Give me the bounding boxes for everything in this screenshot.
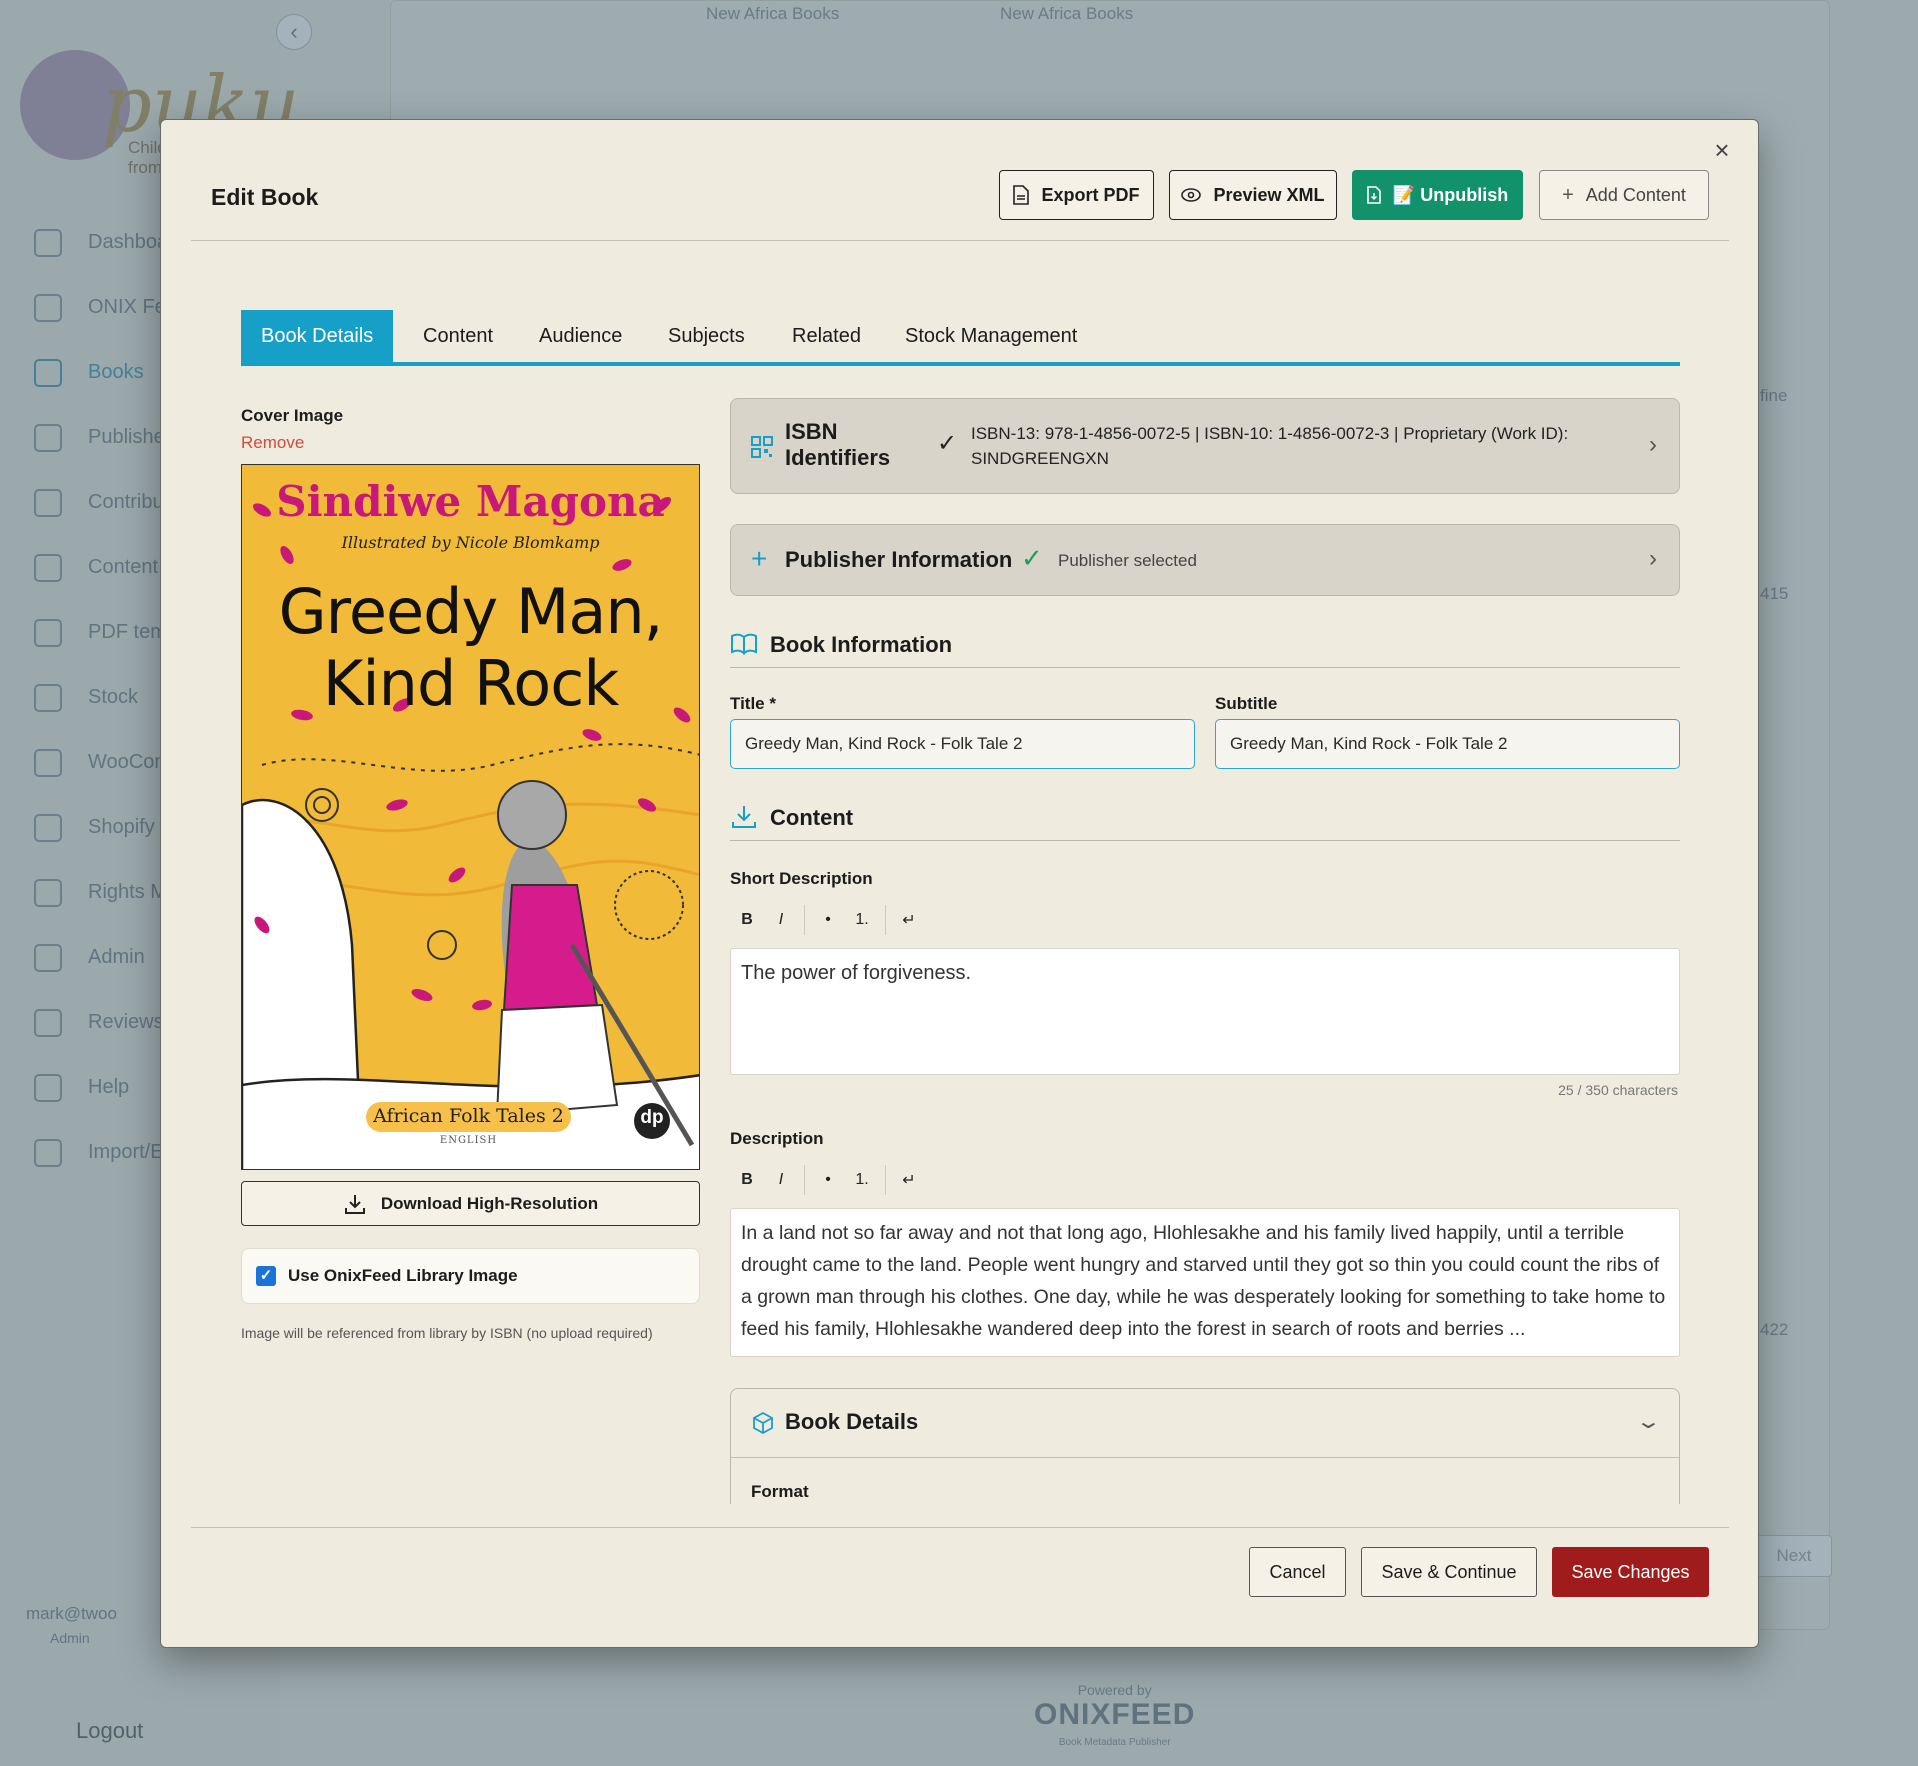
isbn-summary: ISBN-13: 978-1-4856-0072-5 | ISBN-10: 1-… bbox=[971, 421, 1568, 471]
qr-code-icon bbox=[751, 436, 773, 458]
bullet-list-button[interactable]: • bbox=[811, 911, 845, 929]
edit-book-modal: × Edit Book Export PDF Preview XML 📝 Unp… bbox=[160, 119, 1759, 1648]
character-count: 25 / 350 characters bbox=[1558, 1082, 1678, 1098]
cover-artwork bbox=[242, 496, 699, 1169]
remove-cover-link[interactable]: Remove bbox=[241, 433, 304, 453]
toolbar-divider bbox=[804, 905, 805, 935]
download-icon bbox=[732, 806, 756, 828]
tab-stock-management[interactable]: Stock Management bbox=[905, 310, 1077, 362]
export-pdf-label: Export PDF bbox=[1041, 184, 1140, 205]
cover-image-label: Cover Image bbox=[241, 406, 344, 425]
title-label: Title * bbox=[730, 694, 776, 713]
book-information-title: Book Information bbox=[770, 632, 953, 657]
subtitle-label: Subtitle bbox=[1215, 694, 1278, 713]
isbn-title-line2: Identifiers bbox=[785, 445, 891, 470]
use-library-image-option: ✓ Use OnixFeed Library Image bbox=[241, 1248, 700, 1304]
cover-language: ENGLISH bbox=[439, 1135, 498, 1146]
library-note: Image will be referenced from library by… bbox=[241, 1325, 653, 1341]
chevron-right-icon: › bbox=[1649, 545, 1657, 572]
isbn-title-line1: ISBN bbox=[785, 419, 838, 444]
title-input[interactable]: Greedy Man, Kind Rock - Folk Tale 2 bbox=[730, 719, 1195, 769]
isbn-summary-line1: ISBN-13: 978-1-4856-0072-5 | ISBN-10: 1-… bbox=[971, 424, 1569, 443]
plus-icon: + bbox=[1562, 183, 1574, 206]
download-label: Download High-Resolution bbox=[380, 1193, 599, 1213]
bullet-list-button[interactable]: • bbox=[811, 1171, 845, 1189]
line-break-button[interactable]: ↵ bbox=[892, 1170, 926, 1190]
cancel-button[interactable]: Cancel bbox=[1249, 1547, 1346, 1597]
isbn-identifiers-section[interactable]: ISBN Identifiers ✓ ISBN-13: 978-1-4856-0… bbox=[730, 398, 1680, 494]
modal-title: Edit Book bbox=[211, 184, 319, 210]
export-pdf-button[interactable]: Export PDF bbox=[999, 170, 1154, 220]
cover-title-line1: Greedy Man, bbox=[278, 575, 664, 648]
tab-audience[interactable]: Audience bbox=[539, 310, 622, 362]
content-title: Content bbox=[770, 805, 854, 830]
description-label: Description bbox=[730, 1129, 824, 1148]
unpublish-button[interactable]: 📝 Unpublish bbox=[1352, 170, 1523, 220]
cover-publisher-mark: dp bbox=[640, 1107, 664, 1128]
tab-content[interactable]: Content bbox=[423, 310, 493, 362]
chevron-down-icon: ⌄ bbox=[1635, 1411, 1663, 1433]
book-details-section: Book Details ⌄ Format bbox=[730, 1388, 1680, 1504]
short-description-toolbar: B I • 1. ↵ bbox=[730, 900, 926, 940]
plus-icon: + bbox=[751, 543, 768, 574]
use-library-label: Use OnixFeed Library Image bbox=[288, 1266, 518, 1285]
format-label: Format bbox=[751, 1482, 809, 1501]
cover-author: Sindiwe Magona bbox=[276, 477, 665, 526]
publisher-status: Publisher selected bbox=[1058, 551, 1197, 570]
short-description-editor[interactable]: The power of forgiveness. bbox=[730, 948, 1680, 1075]
file-icon bbox=[1013, 185, 1030, 205]
file-download-icon bbox=[1366, 186, 1381, 204]
close-icon[interactable]: × bbox=[1708, 136, 1736, 164]
open-book-icon bbox=[731, 633, 757, 655]
use-library-checkbox[interactable]: ✓ bbox=[256, 1266, 276, 1286]
footer-divider bbox=[191, 1527, 1729, 1528]
cover-series: African Folk Tales 2 bbox=[373, 1105, 564, 1127]
chevron-right-icon: › bbox=[1649, 431, 1657, 458]
preview-xml-button[interactable]: Preview XML bbox=[1169, 170, 1337, 220]
book-information-heading: Book Information bbox=[730, 626, 1680, 668]
eye-icon bbox=[1181, 188, 1202, 202]
check-icon: ✓ bbox=[1021, 543, 1043, 573]
download-high-res-button[interactable]: Download High-Resolution bbox=[241, 1181, 700, 1226]
unpublish-label: 📝 Unpublish bbox=[1392, 184, 1509, 205]
toolbar-divider bbox=[885, 1165, 886, 1195]
isbn-summary-line2: SINDGREENGXN bbox=[971, 449, 1109, 468]
cover-illustrator: Illustrated by Nicole Blomkamp bbox=[341, 533, 600, 552]
tab-bar: Book Details Content Audience Subjects R… bbox=[241, 310, 1680, 366]
download-icon bbox=[344, 1194, 365, 1214]
check-icon: ✓ bbox=[937, 430, 958, 457]
numbered-list-button[interactable]: 1. bbox=[845, 911, 879, 929]
italic-button[interactable]: I bbox=[764, 1171, 798, 1189]
bold-button[interactable]: B bbox=[730, 911, 764, 929]
save-changes-button[interactable]: Save Changes bbox=[1552, 1547, 1709, 1597]
book-cover-image: Sindiwe Magona Illustrated by Nicole Blo… bbox=[241, 464, 700, 1170]
line-break-button[interactable]: ↵ bbox=[892, 910, 926, 930]
cover-title-line2: Kind Rock bbox=[322, 647, 619, 720]
tab-related[interactable]: Related bbox=[792, 310, 861, 362]
content-heading: Content bbox=[730, 799, 1680, 841]
toolbar-divider bbox=[885, 905, 886, 935]
preview-xml-label: Preview XML bbox=[1213, 184, 1325, 205]
save-and-continue-button[interactable]: Save & Continue bbox=[1361, 1547, 1537, 1597]
subtitle-input[interactable]: Greedy Man, Kind Rock - Folk Tale 2 bbox=[1215, 719, 1680, 769]
header-divider bbox=[191, 240, 1729, 241]
isbn-title: ISBN Identifiers bbox=[785, 419, 890, 471]
tab-subjects[interactable]: Subjects bbox=[668, 310, 745, 362]
toolbar-divider bbox=[804, 1165, 805, 1195]
publisher-information-section[interactable]: + Publisher Information ✓ Publisher sele… bbox=[730, 524, 1680, 596]
add-content-label: Add Content bbox=[1585, 184, 1686, 205]
publisher-title: Publisher Information bbox=[785, 547, 1013, 572]
book-details-header[interactable]: Book Details ⌄ bbox=[731, 1389, 1679, 1458]
numbered-list-button[interactable]: 1. bbox=[845, 1171, 879, 1189]
bold-button[interactable]: B bbox=[730, 1171, 764, 1189]
short-description-label: Short Description bbox=[730, 869, 873, 888]
description-toolbar: B I • 1. ↵ bbox=[730, 1160, 926, 1200]
tab-book-details[interactable]: Book Details bbox=[241, 310, 394, 362]
add-content-button[interactable]: + Add Content bbox=[1539, 170, 1709, 220]
italic-button[interactable]: I bbox=[764, 911, 798, 929]
box-icon bbox=[753, 1411, 773, 1435]
book-details-title: Book Details bbox=[785, 1409, 919, 1434]
description-editor[interactable]: In a land not so far away and not that l… bbox=[730, 1208, 1680, 1357]
